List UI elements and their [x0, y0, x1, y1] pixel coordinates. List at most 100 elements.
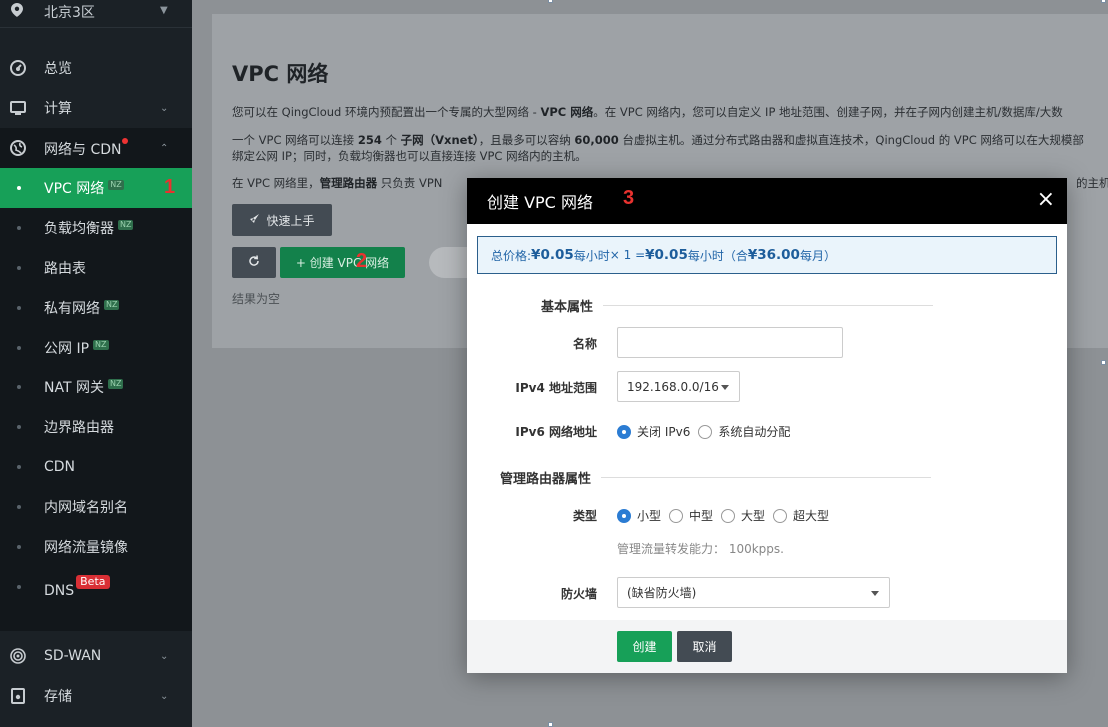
type-large-radio[interactable]: 大型 [721, 507, 765, 524]
type-label: 类型 [572, 509, 597, 523]
sidebar-item-label: 计算 [44, 101, 72, 117]
sidebar-item-label-wrap: 网络与 CDN [44, 137, 129, 159]
refresh-button[interactable] [232, 247, 276, 278]
sidebar: 北京3区 ▼ 总览 计算 ⌄ 网络与 CDN ⌃ VPC 网络 NZ 1 负载均衡… [0, 0, 192, 727]
sidebar-item-internal-dns-alias[interactable]: 内网域名别名 [0, 487, 192, 527]
chevron-up-icon: ⌃ [160, 142, 169, 154]
sidebar-item-storage[interactable]: 存储 ⌄ [0, 676, 192, 716]
sidebar-item-label: 存储 [44, 689, 72, 705]
create-button[interactable]: 创建 [617, 631, 672, 662]
annotation-marker-1: 1 [164, 176, 176, 198]
dialog-header: 创建 VPC 网络 3 × [467, 178, 1067, 224]
sidebar-item-private-network[interactable]: 私有网络 NZ [0, 288, 192, 328]
ipv6-radio-group: 关闭 IPv6 系统自动分配 [617, 423, 798, 440]
bullet-icon [17, 186, 21, 190]
resize-handle[interactable] [1101, 360, 1106, 365]
name-input[interactable] [617, 327, 843, 358]
caret-down-icon [721, 385, 729, 390]
dialog-title: 创建 VPC 网络 [487, 193, 593, 212]
bullet-icon [17, 226, 21, 230]
cancel-button[interactable]: 取消 [677, 631, 732, 662]
sidebar-item-public-ip[interactable]: 公网 IP NZ [0, 328, 192, 368]
nz-badge: NZ [104, 300, 120, 310]
ipv4-range-select[interactable]: 192.168.0.0/16 [617, 371, 740, 402]
bullet-icon [17, 465, 21, 469]
ipv6-off-radio[interactable]: 关闭 IPv6 [617, 423, 690, 440]
monitor-icon [10, 100, 26, 116]
type-medium-radio[interactable]: 中型 [669, 507, 713, 524]
section-basic: 基本属性 [541, 296, 934, 315]
create-vpc-button[interactable]: + 创建 VPC 网络 [280, 247, 405, 278]
sidebar-item-compute[interactable]: 计算 ⌄ [0, 88, 192, 128]
bullet-icon [17, 306, 21, 310]
sidebar-item-sdwan[interactable]: SD-WAN ⌄ [0, 636, 192, 676]
router-type-radio-group: 小型 中型 大型 超大型 [617, 507, 837, 524]
bullet-icon [17, 266, 21, 270]
sidebar-item-traffic-mirror[interactable]: 网络流量镜像 [0, 527, 192, 567]
firewall-label: 防火墙 [560, 587, 597, 601]
sdwan-icon [10, 648, 26, 664]
sidebar-item-label: 总览 [44, 61, 72, 77]
sidebar-item-load-balancer[interactable]: 负载均衡器 NZ [0, 208, 192, 248]
quick-start-label: 快速上手 [266, 213, 315, 228]
sidebar-item-network-cdn[interactable]: 网络与 CDN ⌃ [0, 128, 192, 168]
sidebar-item-cdn[interactable]: CDN [0, 447, 192, 487]
ipv4-label: IPv4 地址范围 [515, 381, 597, 395]
sidebar-item-label: NAT 网关 [44, 380, 104, 396]
region-label: 北京3区 [44, 5, 95, 21]
sidebar-item-label: 私有网络 [44, 301, 100, 317]
sidebar-item-nat-gateway[interactable]: NAT 网关 NZ [0, 367, 192, 407]
sidebar-item-label-wrap: 公网 IP NZ [44, 338, 109, 358]
name-label: 名称 [572, 337, 597, 351]
sidebar-item-label: 公网 IP [44, 341, 90, 357]
bullet-icon [17, 425, 21, 429]
region-selector[interactable]: 北京3区 ▼ [0, 0, 192, 24]
bullet-icon [17, 545, 21, 549]
sidebar-item-label-wrap: VPC 网络 NZ [44, 178, 124, 198]
sidebar-item-overview[interactable]: 总览 [0, 48, 192, 88]
bullet-icon [17, 385, 21, 389]
firewall-select[interactable]: (缺省防火墙) [617, 577, 890, 608]
chevron-down-icon: ⌄ [160, 650, 169, 662]
sidebar-item-label-wrap: NAT 网关 NZ [44, 377, 124, 397]
sidebar-item-label: 网络流量镜像 [44, 540, 128, 556]
beta-badge: Beta [76, 575, 110, 589]
sidebar-item-label: 负载均衡器 [44, 221, 114, 237]
annotation-marker-3: 3 [623, 187, 635, 209]
capacity-hint: 管理流量转发能力： 100kpps. [617, 542, 784, 556]
close-icon[interactable]: × [1037, 188, 1055, 212]
annotation-marker-2: 2 [356, 250, 368, 272]
resize-handle[interactable] [548, 0, 553, 3]
chevron-down-icon: ▼ [160, 5, 168, 16]
sidebar-item-route-table[interactable]: 路由表 [0, 248, 192, 288]
empty-result: 结果为空 [232, 292, 281, 306]
section-router: 管理路由器属性 [500, 468, 932, 487]
sidebar-item-label: 网络与 CDN [44, 141, 122, 158]
ipv6-auto-radio[interactable]: 系统自动分配 [698, 423, 790, 440]
sidebar-item-label: DNS [44, 583, 75, 599]
quick-start-button[interactable]: 快速上手 [232, 204, 332, 236]
sidebar-item-label: 边界路由器 [44, 420, 114, 436]
chevron-down-icon: ⌄ [160, 102, 169, 114]
page-title: VPC 网络 [232, 62, 329, 86]
rocket-icon [249, 213, 260, 227]
create-vpc-dialog: 创建 VPC 网络 3 × 总价格: ¥0.05 每小时 × 1 = ¥0.05… [467, 178, 1067, 673]
sidebar-item-label: CDN [44, 459, 76, 475]
bullet-icon [17, 505, 21, 509]
sidebar-item-border-router[interactable]: 边界路由器 [0, 407, 192, 447]
chevron-down-icon: ⌄ [160, 690, 169, 702]
resize-handle[interactable] [548, 722, 553, 727]
intro-paragraph-3: 绑定公网 IP；同时，负载均衡器也可以直接连接 VPC 网络内的主机。 [232, 149, 587, 163]
type-xlarge-radio[interactable]: 超大型 [773, 507, 829, 524]
globe-icon [10, 140, 26, 156]
intro-paragraph-4-tail: 的主机 [1076, 176, 1108, 190]
ipv6-label: IPv6 网络地址 [515, 425, 597, 439]
sidebar-item-label-wrap: DNSBeta [44, 575, 110, 599]
resize-handle[interactable] [1101, 0, 1106, 3]
sidebar-item-label: VPC 网络 [44, 181, 105, 197]
type-small-radio[interactable]: 小型 [617, 507, 661, 524]
sidebar-item-label: 路由表 [44, 261, 86, 277]
sidebar-item-dns[interactable]: DNSBeta [0, 567, 192, 607]
intro-paragraph-4: 在 VPC 网络里，管理路由器 只负责 VPN [232, 176, 443, 190]
sidebar-item-label: SD-WAN [44, 648, 102, 664]
